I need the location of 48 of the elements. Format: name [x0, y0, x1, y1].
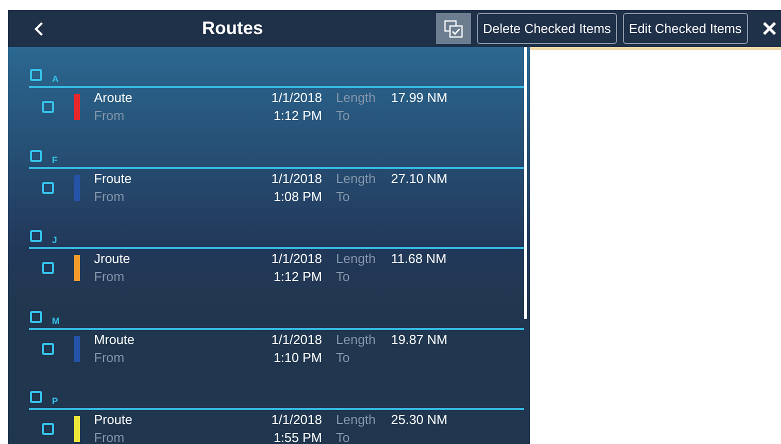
route-name: Jroute: [94, 250, 132, 268]
route-time: 1:12 PM: [274, 107, 322, 125]
route-name: Proute: [94, 411, 134, 429]
group-letter: P: [52, 397, 58, 406]
route-date: 1/1/2018: [271, 89, 322, 107]
length-label: Length: [336, 330, 377, 348]
length-label: Length: [336, 250, 377, 268]
to-label: To: [336, 268, 351, 286]
route-time: 1:08 PM: [274, 188, 322, 206]
route-name: Mroute: [94, 330, 136, 348]
route-row[interactable]: Jroute From 1/1/2018 1:12 PM Length To 11.68 NM: [8, 249, 530, 287]
route-length: 11.68 NM: [391, 250, 446, 268]
length-label: Length: [336, 411, 377, 429]
route-length: 27.10 NM: [391, 170, 448, 188]
route-date: 1/1/2018: [271, 250, 322, 268]
route-date: 1/1/2018: [271, 170, 322, 188]
header-button[interactable]: Edit Checked Items: [622, 13, 748, 44]
route-date: 1/1/2018: [271, 411, 322, 429]
route-row[interactable]: Froute From 1/1/2018 1:08 PM Length To 27.10 NM: [8, 168, 530, 206]
to-label: To: [336, 348, 351, 366]
group-letter: J: [52, 236, 58, 245]
length-label: Length: [336, 89, 377, 107]
route-length: 25.30 NM: [391, 411, 448, 429]
route-length: 19.87 NM: [391, 330, 448, 348]
to-label: To: [336, 107, 351, 125]
route-time: 1:10 PM: [274, 348, 322, 366]
route-row[interactable]: Proute From 1/1/2018 1:55 PM Length To 25.30 NM: [8, 410, 530, 444]
length-label: Length: [336, 170, 377, 188]
route-date: 1/1/2018: [271, 330, 322, 348]
route-time: 1:55 PM: [274, 429, 322, 444]
route-time: 1:12 PM: [274, 268, 322, 286]
route-name: Aroute: [94, 89, 134, 107]
route-row[interactable]: Aroute From 1/1/2018 1:12 PM Length To 17.99 NM: [8, 88, 530, 126]
page-title: Routes: [202, 17, 264, 40]
from-label: From: [94, 348, 126, 366]
route-name: Froute: [94, 170, 133, 188]
group-letter: F: [52, 156, 58, 164]
group-letter: A: [52, 75, 58, 84]
from-label: From: [94, 188, 126, 206]
header-button[interactable]: Delete Checked Items: [477, 13, 617, 44]
to-label: To: [336, 188, 351, 206]
group-letter: M: [52, 316, 60, 326]
from-label: From: [94, 107, 126, 125]
route-length: 17.99 NM: [391, 89, 448, 107]
to-label: To: [336, 429, 351, 444]
route-row[interactable]: Mroute From 1/1/2018 1:10 PM Length To 19.87 NM: [8, 330, 530, 368]
from-label: From: [94, 429, 126, 444]
from-label: From: [94, 268, 126, 286]
